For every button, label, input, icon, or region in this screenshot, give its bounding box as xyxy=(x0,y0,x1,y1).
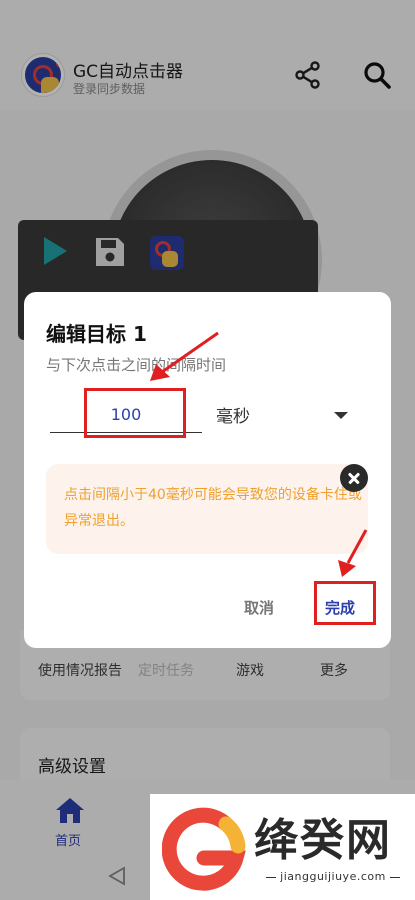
watermark-url: jiangguijiuye.com xyxy=(254,870,412,883)
watermark-logo-icon xyxy=(162,807,246,891)
annotation-arrows xyxy=(150,331,368,577)
watermark-name: 绛癸网 xyxy=(254,815,392,866)
watermark: 绛癸网 jiangguijiuye.com xyxy=(150,794,415,900)
